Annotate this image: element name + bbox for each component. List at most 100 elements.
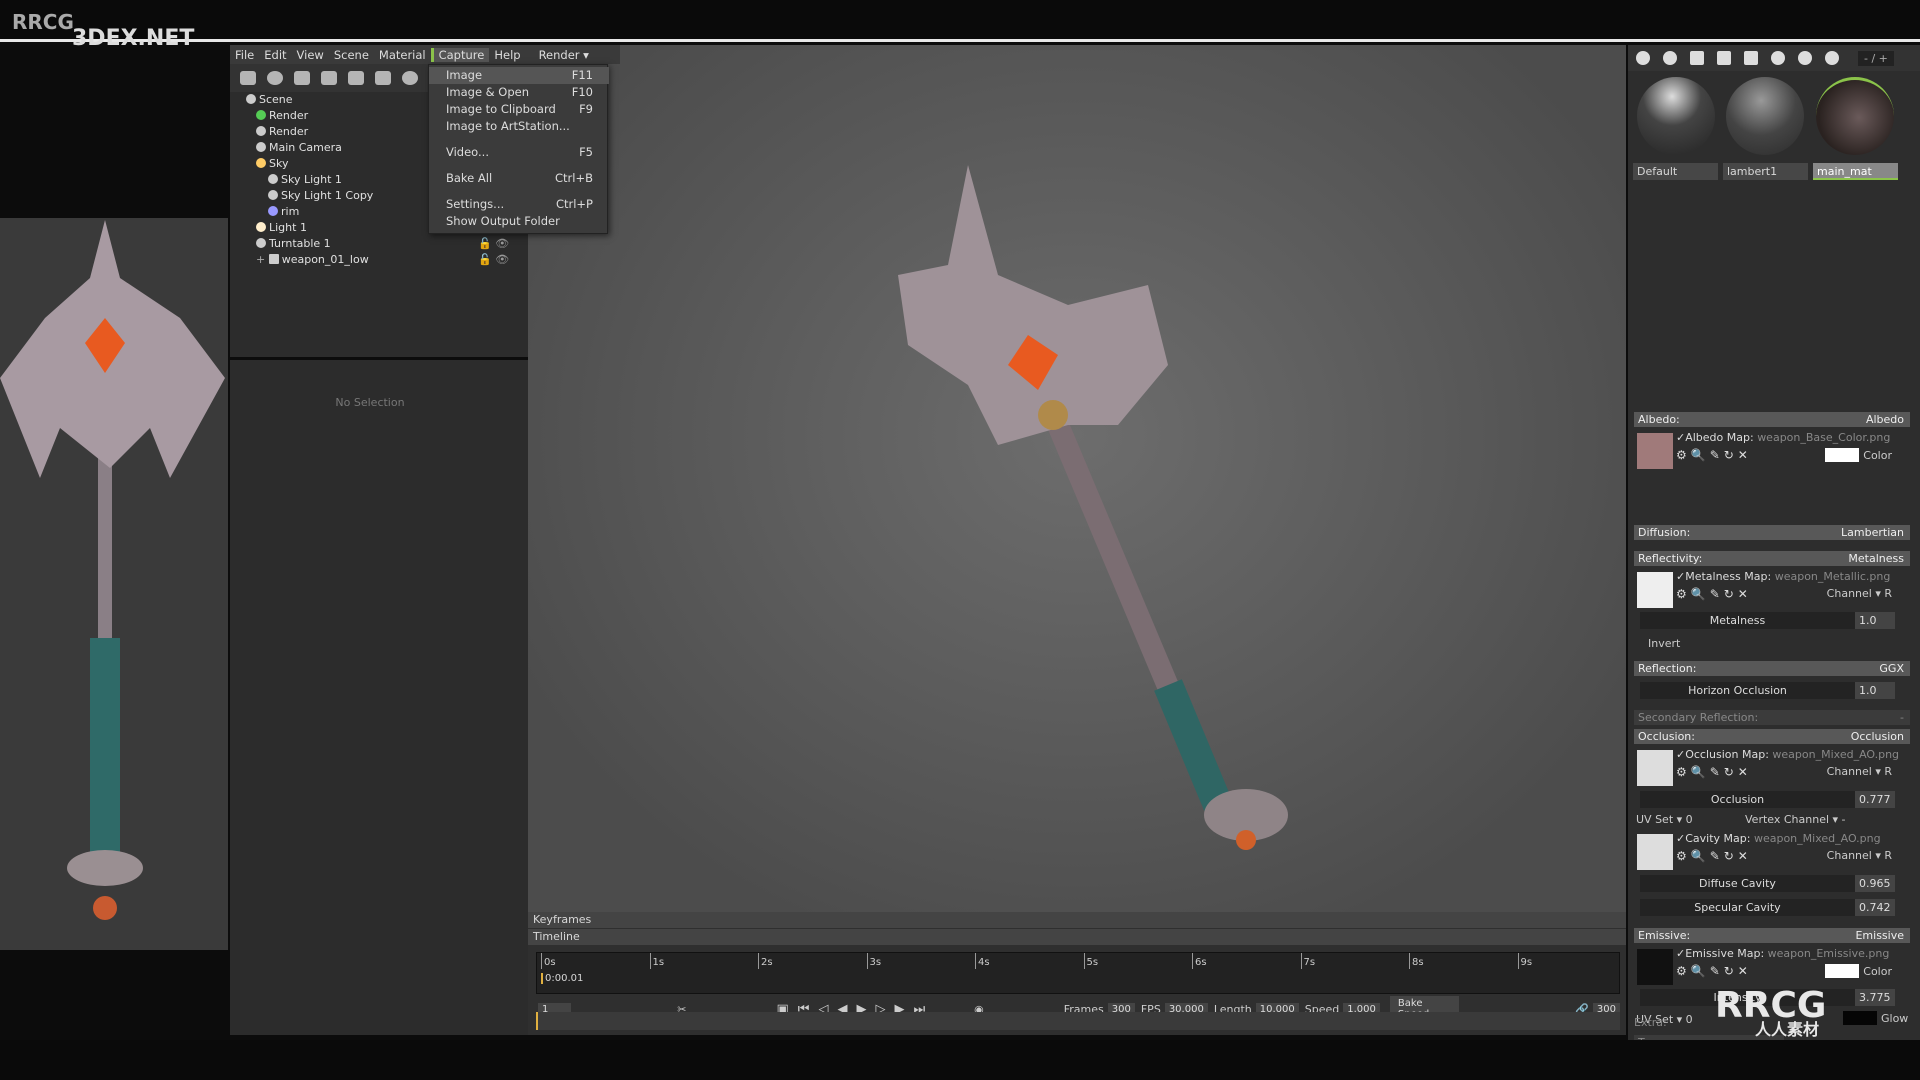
channel-dropdown[interactable]: Channel ▾ R [1827, 765, 1892, 778]
camera-icon [256, 142, 266, 152]
assign-material-icon[interactable] [1771, 51, 1785, 65]
albedo-thumbnail[interactable] [1637, 433, 1673, 469]
menu-bar: File Edit View Scene Material Capture He… [230, 45, 620, 64]
menu-item-show-output-folder[interactable]: Show Output Folder [429, 213, 609, 230]
uv-set-dropdown[interactable]: UV Set ▾ 0 [1636, 813, 1693, 826]
import-icon[interactable] [1798, 51, 1812, 65]
menu-item-image[interactable]: Image F11 [429, 67, 609, 84]
tree-item-scene[interactable]: Scene [246, 92, 293, 108]
emissive-color[interactable]: Color [1825, 964, 1892, 978]
menu-view[interactable]: View [292, 48, 329, 62]
material-label[interactable]: Default [1633, 163, 1718, 180]
light-icon [268, 190, 278, 200]
material-thumb-main-mat[interactable] [1816, 77, 1894, 155]
tree-item-render[interactable]: Render [256, 108, 308, 124]
metalness-slider[interactable]: Metalness 1.0 [1640, 612, 1895, 629]
tree-item-sky-light-1[interactable]: Sky Light 1 [268, 172, 342, 188]
tree-item-sky[interactable]: Sky [256, 156, 288, 172]
menu-material[interactable]: Material [374, 48, 431, 62]
tree-item-weapon[interactable]: + weapon_01_low [256, 252, 369, 268]
material-thumb-lambert1[interactable] [1726, 77, 1804, 155]
menu-item-bake-all[interactable]: Bake All Ctrl+B [429, 170, 609, 187]
timeline-ruler[interactable]: 0s 1s 2s 3s 4s 5s 6s 7s 8s 9s 0:00.01 [536, 952, 1620, 994]
extra-header[interactable]: Extra: [1634, 1016, 1667, 1029]
reflection-header[interactable]: Reflection: GGX [1634, 661, 1910, 676]
material-pager[interactable]: - / + [1858, 50, 1894, 66]
add-sky-icon[interactable] [348, 71, 364, 85]
timeline-header[interactable]: Timeline [528, 929, 1626, 945]
render-dropdown[interactable]: Render ▾ [534, 48, 594, 62]
trash-icon[interactable] [1744, 51, 1758, 65]
diffuse-cavity-slider[interactable]: Diffuse Cavity 0.965 [1640, 875, 1895, 892]
channel-dropdown[interactable]: Channel ▾ R [1827, 587, 1892, 600]
add-mesh-icon[interactable] [240, 71, 256, 85]
menu-help[interactable]: Help [489, 48, 525, 62]
tree-label: Light 1 [269, 221, 307, 234]
3d-viewport[interactable] [528, 45, 1626, 912]
invert-checkbox[interactable]: Invert [1648, 637, 1680, 650]
reflectivity-header[interactable]: Reflectivity: Metalness [1634, 551, 1910, 566]
visibility-icon[interactable]: 🔓 👁 [478, 236, 509, 252]
add-light-icon[interactable] [267, 71, 283, 85]
tree-item-sky-light-copy[interactable]: Sky Light 1 Copy [268, 188, 373, 204]
occlusion-slider[interactable]: Occlusion 0.777 [1640, 791, 1895, 808]
menu-item-image-clipboard[interactable]: Image to Clipboard F9 [429, 101, 609, 118]
albedo-header[interactable]: Albedo: Albedo [1634, 412, 1910, 427]
tree-item-rim[interactable]: rim [268, 204, 299, 220]
timeline-tick: 5s [1083, 953, 1098, 969]
occlusion-map-row: ✓Occlusion Map: weapon_Mixed_AO.png ⚙🔍✎↻… [1634, 748, 1910, 788]
emissive-thumbnail[interactable] [1637, 949, 1673, 985]
channel-dropdown[interactable]: Channel ▾ R [1827, 849, 1892, 862]
menu-item-settings[interactable]: Settings... Ctrl+P [429, 196, 609, 213]
add-shadow-catcher-icon[interactable] [402, 71, 418, 85]
material-label-selected[interactable]: main_mat [1813, 163, 1898, 180]
menu-scene[interactable]: Scene [329, 48, 374, 62]
tree-item-turntable[interactable]: Turntable 1 [256, 236, 331, 252]
tree-item-main-camera[interactable]: Main Camera [256, 140, 342, 156]
tree-item-light-1[interactable]: Light 1 [256, 220, 307, 236]
capture-menu-dropdown: Image F11 Image & Open F10 Image to Clipbo… [428, 64, 609, 234]
tree-item-render-camera[interactable]: Render [256, 124, 308, 140]
material-thumb-default[interactable] [1637, 77, 1715, 155]
cavity-thumbnail[interactable] [1637, 834, 1673, 870]
light-icon [256, 222, 266, 232]
occlusion-thumbnail[interactable] [1637, 750, 1673, 786]
albedo-color[interactable]: Color [1825, 448, 1892, 462]
sky-icon [256, 158, 266, 168]
tree-label: Scene [259, 93, 293, 106]
menu-file[interactable]: File [230, 48, 259, 62]
map-tools-icons[interactable]: ⚙🔍✎↻✕ [1676, 765, 1752, 779]
diffusion-header[interactable]: Diffusion: Lambertian [1634, 525, 1910, 540]
menu-edit[interactable]: Edit [259, 48, 291, 62]
keyframes-header[interactable]: Keyframes [528, 912, 1626, 928]
checker-icon[interactable] [1690, 51, 1704, 65]
horizon-occlusion-slider[interactable]: Horizon Occlusion 1.0 [1640, 682, 1895, 699]
add-camera-icon[interactable] [294, 71, 310, 85]
expand-icon[interactable]: + [256, 253, 269, 266]
menu-item-video[interactable]: Video... F5 [429, 144, 609, 161]
add-turntable-icon[interactable] [321, 71, 337, 85]
menu-item-image-open[interactable]: Image & Open F10 [429, 84, 609, 101]
visibility-icon[interactable]: 🔓 👁 [478, 252, 509, 268]
menu-item-image-artstation[interactable]: Image to ArtStation... [429, 118, 609, 135]
map-tools-icons[interactable]: ⚙🔍✎↻✕ [1676, 448, 1752, 462]
new-material-icon[interactable] [1636, 51, 1650, 65]
duplicate-material-icon[interactable] [1663, 51, 1677, 65]
specular-cavity-slider[interactable]: Specular Cavity 0.742 [1640, 899, 1895, 916]
metalness-thumbnail[interactable] [1637, 572, 1673, 608]
add-render-icon[interactable] [375, 71, 391, 85]
menu-capture[interactable]: Capture [430, 47, 490, 62]
glow-color[interactable]: Glow [1843, 1011, 1908, 1025]
occlusion-header[interactable]: Occlusion: Occlusion [1634, 729, 1910, 744]
secondary-reflection-header[interactable]: Secondary Reflection: - [1634, 710, 1910, 725]
export-icon[interactable] [1825, 51, 1839, 65]
map-tools-icons[interactable]: ⚙🔍✎↻✕ [1676, 849, 1752, 863]
keyframe-track[interactable] [536, 1012, 1620, 1030]
material-label[interactable]: lambert1 [1723, 163, 1808, 180]
emissive-header[interactable]: Emissive: Emissive [1634, 928, 1910, 943]
map-tools-icons[interactable]: ⚙🔍✎↻✕ [1676, 964, 1752, 978]
folder-icon[interactable] [1717, 51, 1731, 65]
vertex-channel-dropdown[interactable]: Vertex Channel ▾ - [1745, 813, 1846, 826]
material-panel: - / + Default lambert1 main_mat Albedo: A… [1628, 45, 1920, 1050]
map-tools-icons[interactable]: ⚙🔍✎↻✕ [1676, 587, 1752, 601]
